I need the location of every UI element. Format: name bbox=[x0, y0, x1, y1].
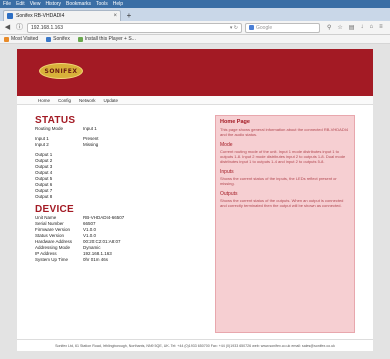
menu-icon[interactable]: ≡ bbox=[379, 24, 383, 31]
info-column: STATUS Routing Mode Input 1 Input 1 Present… bbox=[35, 115, 210, 263]
row-value: 0hr 01m 46s bbox=[83, 257, 109, 262]
info-icon[interactable]: ⓘ bbox=[15, 23, 24, 32]
nav-network[interactable]: Network bbox=[78, 98, 97, 103]
bookmark-install-player[interactable]: Install this Player + S... bbox=[77, 36, 136, 42]
row-value: Missing bbox=[83, 142, 99, 147]
search-engine-icon bbox=[249, 25, 254, 30]
help-section-text: Current routing mode of the unit. Input … bbox=[220, 149, 346, 164]
back-arrow-icon[interactable]: ◀ bbox=[3, 23, 12, 32]
row-value: Input 1 bbox=[83, 126, 97, 131]
device-table: Unit Name RB-VHDADI4-66507 Serial Number 66… bbox=[35, 215, 210, 263]
nav-config[interactable]: Config bbox=[57, 98, 72, 103]
menu-item-bookmarks[interactable]: Bookmarks bbox=[66, 1, 91, 7]
logo-text: SONIFEX bbox=[44, 67, 78, 75]
search-icon[interactable]: ⚲ bbox=[327, 24, 331, 31]
bookmark-sonifex[interactable]: Sonifex bbox=[46, 36, 70, 42]
row-label: Input 2 bbox=[35, 142, 49, 147]
help-panel: Home Page This page shows general inform… bbox=[215, 115, 355, 333]
menu-item-tools[interactable]: Tools bbox=[96, 1, 108, 7]
menu-item-view[interactable]: View bbox=[30, 1, 41, 7]
menu-item-history[interactable]: History bbox=[45, 1, 61, 7]
star-icon[interactable]: ☆ bbox=[337, 24, 342, 31]
bookmark-icon bbox=[46, 36, 52, 42]
table-row: Input 2 Missing bbox=[35, 142, 210, 148]
table-row: System Up Time 0hr 01m 46s bbox=[35, 257, 210, 263]
help-section-heading: Mode bbox=[220, 142, 233, 148]
site-nav: Home Config Network Update bbox=[17, 96, 373, 105]
favicon-icon bbox=[7, 13, 13, 19]
status-table: Routing Mode Input 1 Input 1 Present Input 2… bbox=[35, 126, 210, 200]
menu-item-edit[interactable]: Edit bbox=[16, 1, 25, 7]
web-page: SONIFEX Home Config Network Update STATU… bbox=[17, 49, 373, 351]
navigation-bar: ◀ ⓘ 192.168.1.163 ▾ ↻ Google ⚲ ☆ ▤ ↓ ⌂ ≡ bbox=[0, 21, 390, 35]
bookmark-label: Install this Player + S... bbox=[84, 36, 136, 42]
close-icon[interactable]: × bbox=[113, 13, 117, 19]
search-placeholder: Google bbox=[256, 24, 273, 31]
page-viewport: SONIFEX Home Config Network Update STATU… bbox=[0, 44, 390, 359]
nav-update[interactable]: Update bbox=[103, 98, 120, 103]
page-footer: Sonifex Ltd, 61 Station Road, Irthlingbo… bbox=[17, 339, 373, 351]
bookmark-icon bbox=[4, 36, 9, 42]
help-intro: This page shows general information abou… bbox=[220, 127, 349, 137]
table-row: Output 8 bbox=[35, 194, 210, 200]
reading-list-icon[interactable]: ▤ bbox=[349, 24, 355, 31]
sonifex-logo: SONIFEX bbox=[39, 63, 83, 79]
menu-item-help[interactable]: Help bbox=[113, 1, 123, 7]
url-text: 192.168.1.163 bbox=[31, 24, 63, 31]
menu-item-file[interactable]: File bbox=[3, 1, 11, 7]
row-label: Output 8 bbox=[35, 194, 53, 199]
nav-home[interactable]: Home bbox=[37, 98, 51, 103]
new-tab-button[interactable]: + bbox=[124, 11, 134, 21]
home-icon[interactable]: ⌂ bbox=[369, 24, 373, 31]
reload-icon[interactable]: ▾ ↻ bbox=[230, 25, 238, 31]
bookmark-label: Most Visited bbox=[11, 36, 39, 42]
help-section-heading: Outputs bbox=[220, 191, 238, 197]
row-label: Routing Mode bbox=[35, 126, 64, 131]
search-input[interactable]: Google bbox=[245, 22, 320, 33]
bookmark-icon bbox=[77, 36, 83, 42]
help-section-text: Shows the current status of the outputs.… bbox=[220, 198, 344, 208]
browser-tab[interactable]: Sonifex RB-VHDADI4 × bbox=[3, 10, 121, 21]
help-title: Home Page bbox=[220, 119, 250, 125]
download-icon[interactable]: ↓ bbox=[360, 24, 363, 31]
browser-menubar: File Edit View History Bookmarks Tools Help bbox=[0, 0, 390, 8]
header-banner: SONIFEX bbox=[17, 49, 373, 96]
status-title: STATUS bbox=[35, 115, 76, 126]
device-title: DEVICE bbox=[35, 204, 75, 215]
url-bar[interactable]: 192.168.1.163 ▾ ↻ bbox=[27, 22, 242, 33]
table-row: Routing Mode Input 1 bbox=[35, 126, 210, 132]
bookmark-most-visited[interactable]: Most Visited bbox=[4, 36, 38, 42]
help-section-text: Shows the current status of the inputs, … bbox=[220, 176, 337, 186]
tab-title: Sonifex RB-VHDADI4 bbox=[16, 13, 65, 19]
bookmark-label: Sonifex bbox=[53, 36, 70, 42]
toolbar-icons: ⚲ ☆ ▤ ↓ ⌂ ≡ bbox=[327, 24, 383, 31]
tab-strip: Sonifex RB-VHDADI4 × + bbox=[0, 8, 390, 21]
row-value bbox=[83, 194, 210, 200]
bookmarks-bar: Most Visited Sonifex Install this Player… bbox=[0, 35, 390, 44]
help-section-heading: Inputs bbox=[220, 169, 234, 175]
row-label: System Up Time bbox=[35, 257, 69, 262]
